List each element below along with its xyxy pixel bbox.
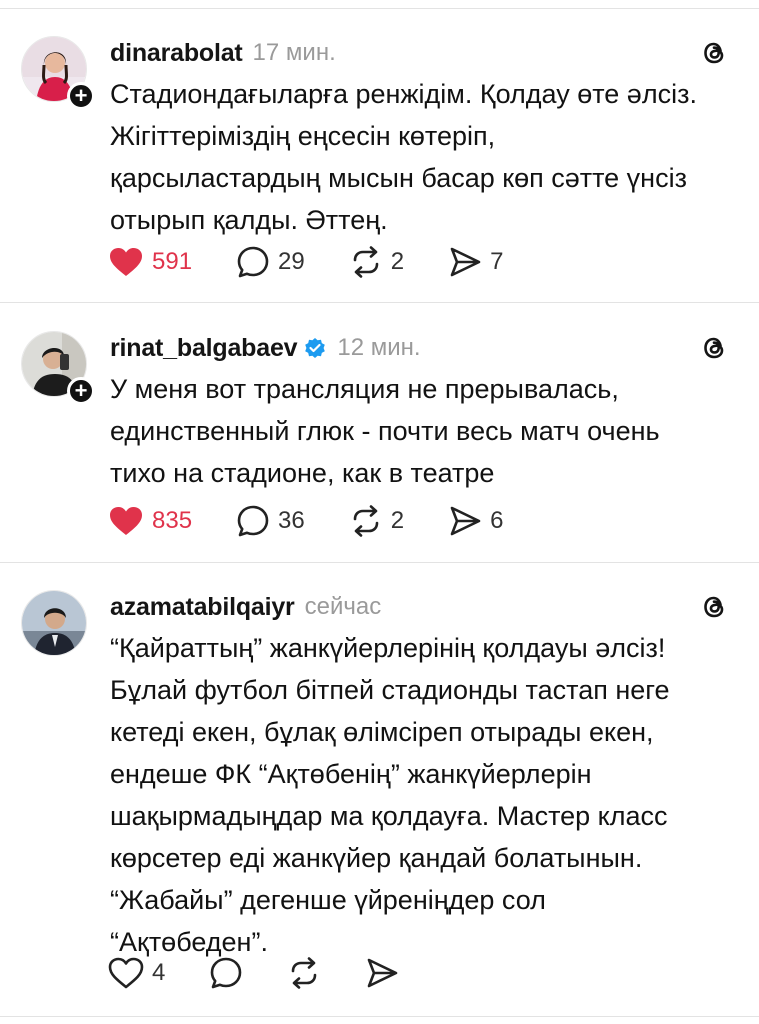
share-count: 7 [490, 248, 504, 275]
repost-count: 2 [390, 248, 405, 275]
share-button[interactable]: 6 [448, 504, 503, 538]
repost-count: 2 [390, 507, 405, 534]
text-line: “Жабайы” дегенше үйреніңдер сол [110, 885, 546, 915]
heart-icon [110, 507, 142, 535]
share-icon [450, 506, 481, 536]
timestamp: 17 мин. [252, 39, 336, 66]
text-line: көрсетер еді жанкүйер қандай болатынын. [110, 843, 643, 873]
like-count: 4 [152, 959, 166, 986]
comment-icon [237, 246, 269, 278]
bottom-divider [0, 1016, 759, 1017]
like-button[interactable]: 591 [108, 246, 192, 278]
post-actions: 4 [108, 953, 399, 993]
comment-button[interactable] [209, 956, 243, 990]
threads-icon[interactable] [699, 38, 729, 68]
share-button[interactable] [365, 956, 399, 990]
repost-icon [353, 505, 379, 537]
like-button[interactable]: 4 [108, 957, 165, 989]
post-divider [0, 562, 759, 563]
like-count: 591 [152, 248, 193, 275]
text-line: Стадиондағыларға ренжідім. Қолдау өте әл… [110, 79, 697, 109]
follow-plus-icon[interactable]: + [67, 377, 95, 405]
repost-button[interactable] [287, 956, 321, 990]
comment-icon [237, 505, 269, 537]
like-count: 835 [152, 507, 193, 534]
post-actions: 591 29 2 7 [108, 242, 503, 282]
username[interactable]: dinarabolat [110, 39, 243, 68]
heart-icon [110, 248, 142, 276]
username[interactable]: rinat_balgabaev [110, 334, 298, 363]
post-header: dinarabolat 17 мин. [110, 36, 336, 70]
share-count: 6 [490, 507, 504, 534]
post-text: “Қайраттың” жанкүйерлерінің қолдауы әлсі… [110, 627, 740, 963]
repost-icon [353, 246, 379, 278]
avatar-wrap[interactable] [21, 590, 89, 658]
text-line: кетеді екен, бұлақ өлімсіреп отырады еке… [110, 717, 654, 747]
post-actions: 835 36 2 6 [108, 501, 503, 541]
follow-plus-icon[interactable]: + [67, 82, 95, 110]
post-header: azamatabilqaiyr сейчас [110, 590, 381, 624]
verified-icon [305, 338, 326, 358]
comment-count: 29 [278, 248, 305, 275]
text-line: Бұлай футбол бітпей стадионды тастап нег… [110, 675, 670, 705]
text-line: ендеше ФК “Ақтөбенің” жанкүйерлерін [110, 759, 592, 789]
threads-icon[interactable] [699, 592, 729, 622]
post-text: У меня вот трансляция не прерывалась, ед… [110, 368, 740, 494]
text-line: тихо на стадионе, как в театре [110, 458, 495, 488]
text-line: шақырмадыңдар ма қолдауға. Мастер класс [110, 801, 668, 831]
text-line: единственный глюк - почти весь матч очен… [110, 416, 660, 446]
like-button[interactable]: 835 [108, 505, 192, 537]
avatar-wrap[interactable]: + [21, 36, 95, 110]
text-line: отырып қалды. Әттең. [110, 205, 388, 235]
comment-count: 36 [278, 507, 305, 534]
avatar[interactable] [21, 590, 87, 656]
comment-icon [211, 957, 242, 989]
post-text: Стадиондағыларға ренжідім. Қолдау өте әл… [110, 73, 740, 241]
share-button[interactable]: 7 [448, 245, 503, 279]
text-line: Жігіттеріміздің еңсесін көтеріп, [110, 121, 496, 151]
share-icon [368, 958, 398, 988]
text-line: “Қайраттың” жанкүйерлерінің қолдауы әлсі… [110, 633, 666, 663]
top-divider [0, 8, 759, 9]
repost-button[interactable]: 2 [349, 245, 404, 279]
threads-icon[interactable] [699, 333, 729, 363]
username[interactable]: azamatabilqaiyr [110, 593, 295, 622]
post-header: rinat_balgabaev 12 мин. [110, 331, 421, 365]
text-line: У меня вот трансляция не прерывалась, [110, 374, 619, 404]
timestamp: 12 мин. [337, 334, 421, 361]
repost-icon [292, 957, 317, 989]
repost-button[interactable]: 2 [349, 504, 404, 538]
share-icon [450, 247, 481, 277]
heart-icon [108, 957, 144, 989]
comment-button[interactable]: 36 [236, 504, 305, 538]
text-line: қарсыластардың мысын басар көп сәтте үнс… [110, 163, 687, 193]
timestamp: сейчас [304, 593, 382, 620]
post-divider [0, 302, 759, 303]
avatar-wrap[interactable]: + [21, 331, 95, 405]
comment-button[interactable]: 29 [236, 245, 305, 279]
